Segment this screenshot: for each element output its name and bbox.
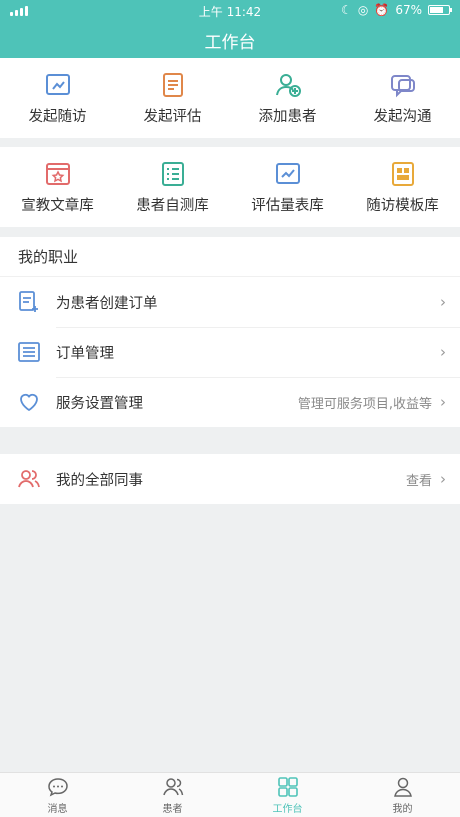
article-library-button[interactable]: 宣教文章库 [0,147,115,227]
article-library-icon [44,160,72,188]
chevron-right-icon: › [440,293,446,311]
order-list-icon [16,339,42,365]
patients-icon [161,776,185,798]
template-library-button[interactable]: 随访模板库 [345,147,460,227]
follow-up-button[interactable]: 发起随访 [0,58,115,138]
chat-button[interactable]: 发起沟通 [345,58,460,138]
libraries: 宣教文章库 患者自测库 评估量表库 随访模板库 [0,147,460,227]
create-order-icon [16,289,42,315]
chat-icon [389,71,417,99]
battery-icon [428,5,452,15]
tab-messages[interactable]: 消息 [0,773,115,817]
template-library-icon [389,160,417,188]
service-settings-item[interactable]: 服务设置管理 管理可服务项目,收益等 › [0,377,460,427]
assessment-icon [159,71,187,99]
colleagues-icon [16,466,42,492]
profile-icon [391,776,415,798]
tab-bar: 消息 患者 工作台 我的 [0,772,460,817]
workbench-icon [276,776,300,798]
top-bar: 上午 11:42 ☾ ◎ ⏰ 67% 工作台 [0,0,460,58]
chevron-right-icon: › [440,393,446,411]
status-bar: 上午 11:42 ☾ ◎ ⏰ 67% [0,0,460,20]
message-icon [46,776,70,798]
quick-actions: 发起随访 发起评估 添加患者 发起沟通 [0,58,460,138]
add-patient-icon [274,71,302,99]
assessment-button[interactable]: 发起评估 [115,58,230,138]
section-title: 我的职业 [0,237,460,277]
colleagues-section: 我的全部同事 查看 › [0,454,460,504]
scale-library-button[interactable]: 评估量表库 [230,147,345,227]
chevron-right-icon: › [440,470,446,488]
self-test-library-button[interactable]: 患者自测库 [115,147,230,227]
tab-patients[interactable]: 患者 [115,773,230,817]
chevron-right-icon: › [440,343,446,361]
page-title: 工作台 [204,33,256,53]
all-colleagues-item[interactable]: 我的全部同事 查看 › [0,454,460,504]
tab-profile[interactable]: 我的 [345,773,460,817]
service-settings-hint: 管理可服务项目,收益等 [297,396,432,412]
order-management-item[interactable]: 订单管理 › [0,327,460,377]
view-link: 查看 [405,473,432,489]
add-patient-button[interactable]: 添加患者 [230,58,345,138]
tab-workbench[interactable]: 工作台 [230,773,345,817]
heart-icon [16,389,42,415]
profession-section: 我的职业 为患者创建订单 › 订单管理 › 服务设置管理 管理可服务项目,收益等… [0,237,460,427]
self-test-icon [159,160,187,188]
scale-library-icon [274,160,302,188]
create-order-item[interactable]: 为患者创建订单 › [0,277,460,327]
follow-up-icon [44,71,72,99]
status-time: 上午 11:42 [198,5,262,19]
